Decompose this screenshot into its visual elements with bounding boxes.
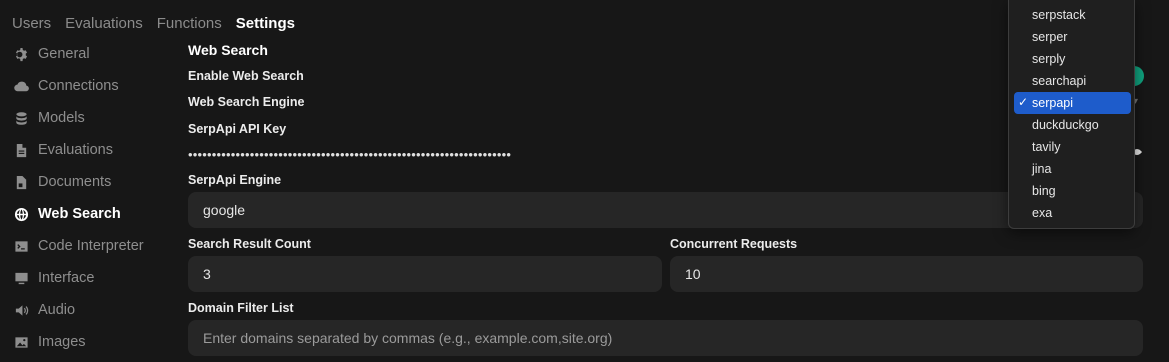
option-serpstack[interactable]: serpstack: [1014, 4, 1131, 26]
sidebar-item-connections[interactable]: Connections: [12, 70, 172, 102]
sidebar-item-models[interactable]: Models: [12, 102, 172, 134]
sidebar-item-label: Models: [38, 110, 85, 126]
sidebar-item-label: Images: [38, 334, 86, 350]
terminal-icon: [12, 237, 30, 255]
check-icon: ✓: [1018, 95, 1029, 109]
sidebar-item-documents[interactable]: Documents: [12, 166, 172, 198]
sidebar-item-general[interactable]: General: [12, 38, 172, 70]
sidebar-item-images[interactable]: Images: [12, 326, 172, 358]
sidebar-item-label: General: [38, 46, 90, 62]
sidebar-item-web-search[interactable]: Web Search: [12, 198, 172, 230]
speaker-icon: [12, 301, 30, 319]
option-duckduckgo[interactable]: duckduckgo: [1014, 114, 1131, 136]
result-count-label: Search Result Count: [188, 237, 311, 251]
document-icon: [12, 141, 30, 159]
web-search-settings: Web Search Enable Web Search Web Search …: [188, 0, 1148, 362]
database-icon: [12, 109, 30, 127]
domain-filter-label: Domain Filter List: [188, 301, 294, 315]
file-icon: [12, 173, 30, 191]
option-tavily[interactable]: tavily: [1014, 136, 1131, 158]
sidebar-item-label: Evaluations: [38, 142, 113, 158]
sidebar-item-label: Connections: [38, 78, 119, 94]
sidebar-item-interface[interactable]: Interface: [12, 262, 172, 294]
sidebar-item-label: Code Interpreter: [38, 238, 144, 254]
tab-users[interactable]: Users: [12, 14, 51, 34]
serpapi-engine-input[interactable]: google: [188, 192, 1143, 228]
concurrent-requests-input[interactable]: 10: [670, 256, 1143, 292]
gear-icon: [12, 45, 30, 63]
web-search-engine-label: Web Search Engine: [188, 95, 305, 109]
sidebar-item-code-interpreter[interactable]: Code Interpreter: [12, 230, 172, 262]
api-key-input[interactable]: ••••••••••••••••••••••••••••••••••••••••…: [188, 147, 511, 162]
option-bing[interactable]: bing: [1014, 180, 1131, 202]
settings-window: Users Evaluations Functions Settings Gen…: [0, 0, 1169, 362]
cloud-icon: [12, 77, 30, 95]
serpapi-engine-label: SerpApi Engine: [188, 173, 282, 187]
sidebar-item-label: Documents: [38, 174, 112, 190]
api-key-label: SerpApi API Key: [188, 122, 287, 136]
sidebar-item-label: Interface: [38, 270, 95, 286]
option-searchapi[interactable]: searchapi: [1014, 70, 1131, 92]
sidebar-item-evaluations[interactable]: Evaluations: [12, 134, 172, 166]
option-jina[interactable]: jina: [1014, 158, 1131, 180]
sidebar-item-label: Audio: [38, 302, 76, 318]
image-icon: [12, 333, 30, 351]
tab-evaluations[interactable]: Evaluations: [65, 14, 143, 34]
result-count-input[interactable]: 3: [188, 256, 662, 292]
enable-web-search-label: Enable Web Search: [188, 69, 304, 83]
option-exa[interactable]: exa: [1014, 202, 1131, 224]
option-serper[interactable]: serper: [1014, 26, 1131, 48]
section-title: Web Search: [188, 42, 268, 58]
globe-icon: [12, 205, 30, 223]
option-serpapi[interactable]: ✓ serpapi: [1014, 92, 1131, 114]
web-search-engine-dropdown: serpstack serper serply searchapi ✓ serp…: [1008, 0, 1135, 229]
option-label: serpapi: [1032, 96, 1073, 110]
sidebar-item-label: Web Search: [38, 206, 121, 222]
sidebar: General Connections Models Evaluations D…: [12, 38, 172, 358]
monitor-icon: [12, 269, 30, 287]
option-serply[interactable]: serply: [1014, 48, 1131, 70]
domain-filter-input[interactable]: Enter domains separated by commas (e.g.,…: [188, 320, 1143, 356]
concurrent-requests-label: Concurrent Requests: [670, 237, 798, 251]
sidebar-item-audio[interactable]: Audio: [12, 294, 172, 326]
